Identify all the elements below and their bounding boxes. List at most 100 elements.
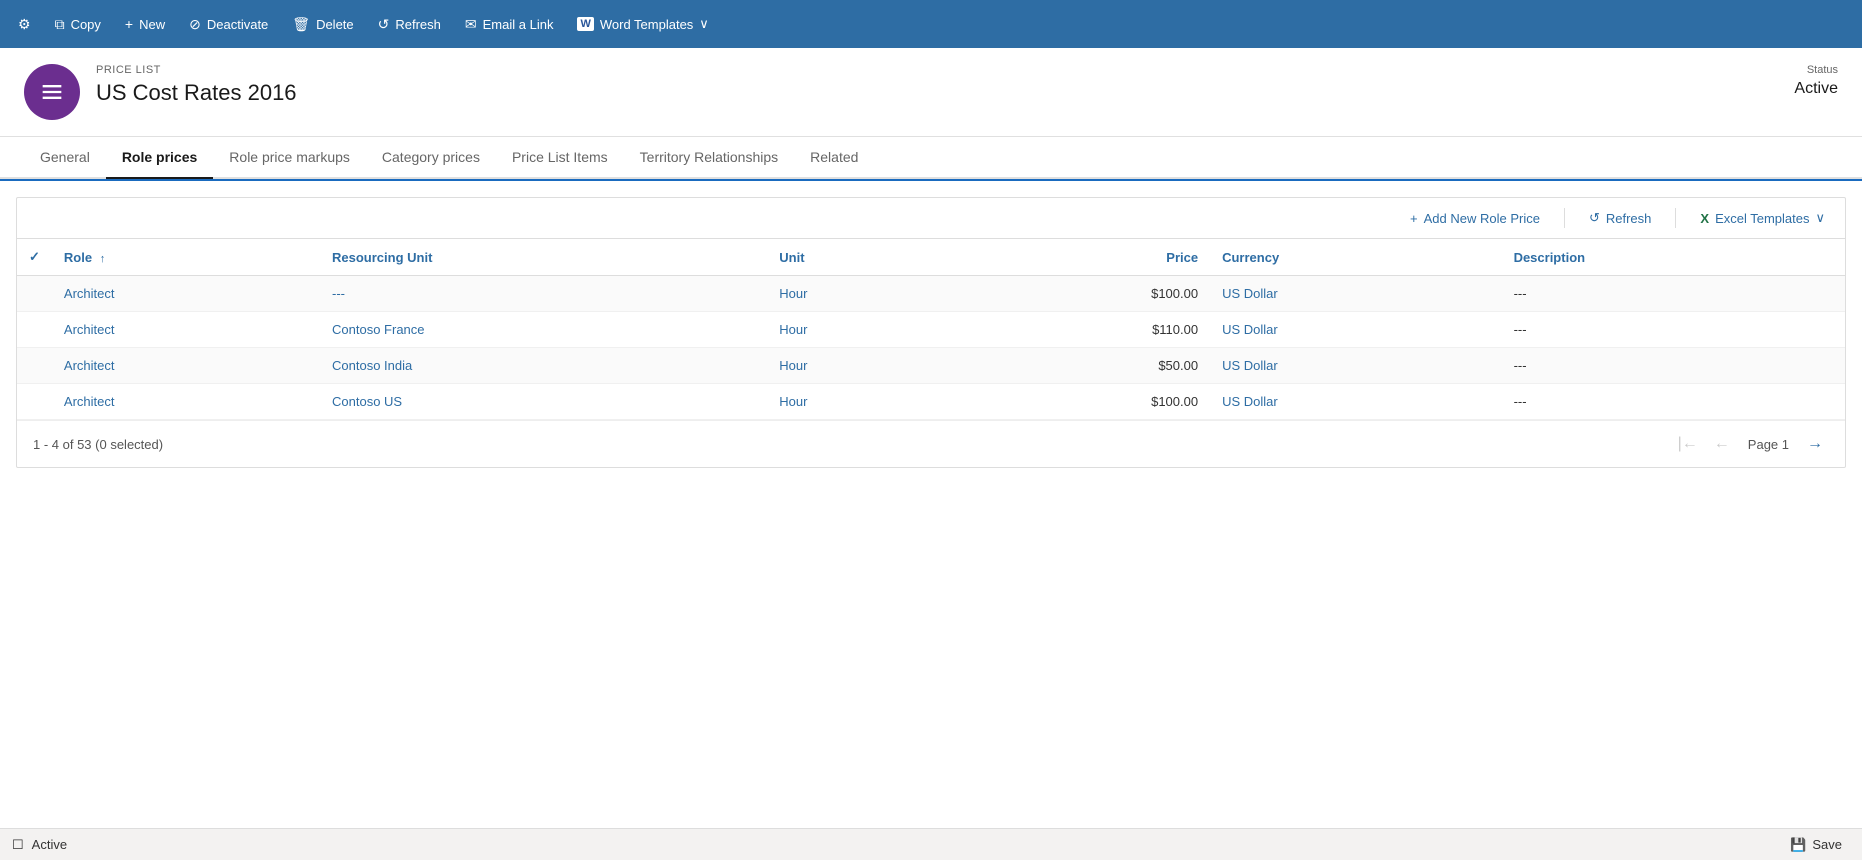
row-resourcing-unit-1[interactable]: Contoso France [320,312,767,348]
email-label: Email a Link [483,17,554,32]
delete-label: Delete [316,17,354,32]
delete-button[interactable]: 🗑 Delete [282,10,363,39]
deactivate-icon: ⊘ [189,16,201,33]
row-description-2: --- [1502,348,1845,384]
main-toolbar: ⚙ ⧉ Copy + New ⊘ Deactivate 🗑 Delete ↺ R… [0,0,1862,48]
row-price-3: $100.00 [955,384,1210,420]
record-name: US Cost Rates 2016 [96,80,1794,106]
unit-header-label: Unit [779,250,804,265]
main-content: PRICE LIST US Cost Rates 2016 Status Act… [0,48,1862,828]
grid-refresh-label: Refresh [1606,211,1652,226]
role-sort-icon: ↑ [100,253,106,265]
description-header-label: Description [1514,250,1586,265]
status-label: Status [1794,64,1838,76]
row-currency-1[interactable]: US Dollar [1210,312,1501,348]
new-button[interactable]: + New [115,10,175,38]
status-bar: ☐ Active 💾 Save [0,828,1862,860]
tab-related[interactable]: Related [794,137,874,179]
next-page-button[interactable]: → [1801,431,1829,457]
checkmark-icon: ✓ [29,249,40,264]
word-templates-label: Word Templates [600,17,693,32]
row-check-0[interactable] [17,276,52,312]
save-button[interactable]: 💾 Save [1782,833,1850,857]
tab-role-prices[interactable]: Role prices [106,137,213,179]
copy-button[interactable]: ⧉ Copy [45,10,111,39]
tab-category-prices[interactable]: Category prices [366,137,496,179]
resourcing-unit-column-header[interactable]: Resourcing Unit [320,239,767,276]
email-link-button[interactable]: ✉ Email a Link [455,10,564,39]
status-bar-icon: ☐ [12,837,24,853]
deactivate-button[interactable]: ⊘ Deactivate [179,10,278,39]
copy-label: Copy [71,17,101,32]
row-currency-2[interactable]: US Dollar [1210,348,1501,384]
role-prices-table: ✓ Role ↑ Resourcing Unit Unit Price [17,239,1845,420]
table-row[interactable]: Architect --- Hour $100.00 US Dollar --- [17,276,1845,312]
row-check-1[interactable] [17,312,52,348]
add-icon: + [1410,211,1418,226]
row-role-3[interactable]: Architect [52,384,320,420]
row-unit-3[interactable]: Hour [767,384,955,420]
record-avatar [24,64,80,120]
price-header-label: Price [1166,250,1198,265]
status-value: Active [1794,80,1838,98]
grid-section: + Add New Role Price ↺ Refresh X Excel T… [16,197,1846,468]
table-row[interactable]: Architect Contoso France Hour $110.00 US… [17,312,1845,348]
status-bar-status: Active [32,837,67,852]
excel-dropdown-icon: ∨ [1815,210,1825,226]
table-row[interactable]: Architect Contoso India Hour $50.00 US D… [17,348,1845,384]
row-check-2[interactable] [17,348,52,384]
deactivate-label: Deactivate [207,17,268,32]
row-currency-3[interactable]: US Dollar [1210,384,1501,420]
row-currency-0[interactable]: US Dollar [1210,276,1501,312]
refresh-label: Refresh [395,17,441,32]
row-price-0: $100.00 [955,276,1210,312]
word-templates-button[interactable]: W Word Templates ∨ [567,10,718,38]
pagination: 1 - 4 of 53 (0 selected) |← ← Page 1 → [17,420,1845,467]
row-resourcing-unit-2[interactable]: Contoso India [320,348,767,384]
role-column-header[interactable]: Role ↑ [52,239,320,276]
add-label: Add New Role Price [1424,211,1540,226]
row-unit-0[interactable]: Hour [767,276,955,312]
row-resourcing-unit-3[interactable]: Contoso US [320,384,767,420]
email-icon: ✉ [465,16,477,33]
row-resourcing-unit-0[interactable]: --- [320,276,767,312]
word-dropdown-icon: ∨ [699,16,709,32]
currency-header-label: Currency [1222,250,1279,265]
tab-role-price-markups[interactable]: Role price markups [213,137,366,179]
description-column-header[interactable]: Description [1502,239,1845,276]
toolbar-sep-1 [1564,208,1565,228]
row-description-1: --- [1502,312,1845,348]
row-price-2: $50.00 [955,348,1210,384]
tabs-container: General Role prices Role price markups C… [0,137,1862,179]
table-row[interactable]: Architect Contoso US Hour $100.00 US Dol… [17,384,1845,420]
price-list-icon [38,78,66,106]
add-new-role-price-button[interactable]: + Add New Role Price [1402,207,1548,230]
row-check-3[interactable] [17,384,52,420]
row-role-1[interactable]: Architect [52,312,320,348]
row-price-1: $110.00 [955,312,1210,348]
first-page-button[interactable]: |← [1672,431,1704,457]
row-description-3: --- [1502,384,1845,420]
price-column-header[interactable]: Price [955,239,1210,276]
row-unit-2[interactable]: Hour [767,348,955,384]
tab-price-list-items[interactable]: Price List Items [496,137,624,179]
row-role-0[interactable]: Architect [52,276,320,312]
settings-button[interactable]: ⚙ [8,10,41,39]
row-role-2[interactable]: Architect [52,348,320,384]
page-nav: |← ← Page 1 → [1672,431,1829,457]
row-unit-1[interactable]: Hour [767,312,955,348]
prev-page-button[interactable]: ← [1708,431,1736,457]
excel-icon: X [1700,211,1709,226]
currency-column-header[interactable]: Currency [1210,239,1501,276]
grid-refresh-button[interactable]: ↺ Refresh [1581,206,1659,230]
save-label: Save [1812,837,1842,852]
resourcing-unit-header-label: Resourcing Unit [332,250,432,265]
tab-territory-relationships[interactable]: Territory Relationships [624,137,795,179]
refresh-button[interactable]: ↺ Refresh [368,10,451,39]
grid-refresh-icon: ↺ [1589,210,1600,226]
select-all-header[interactable]: ✓ [17,239,52,276]
unit-column-header[interactable]: Unit [767,239,955,276]
tab-general[interactable]: General [24,137,106,179]
excel-templates-button[interactable]: X Excel Templates ∨ [1692,206,1833,230]
record-header: PRICE LIST US Cost Rates 2016 Status Act… [0,48,1862,137]
